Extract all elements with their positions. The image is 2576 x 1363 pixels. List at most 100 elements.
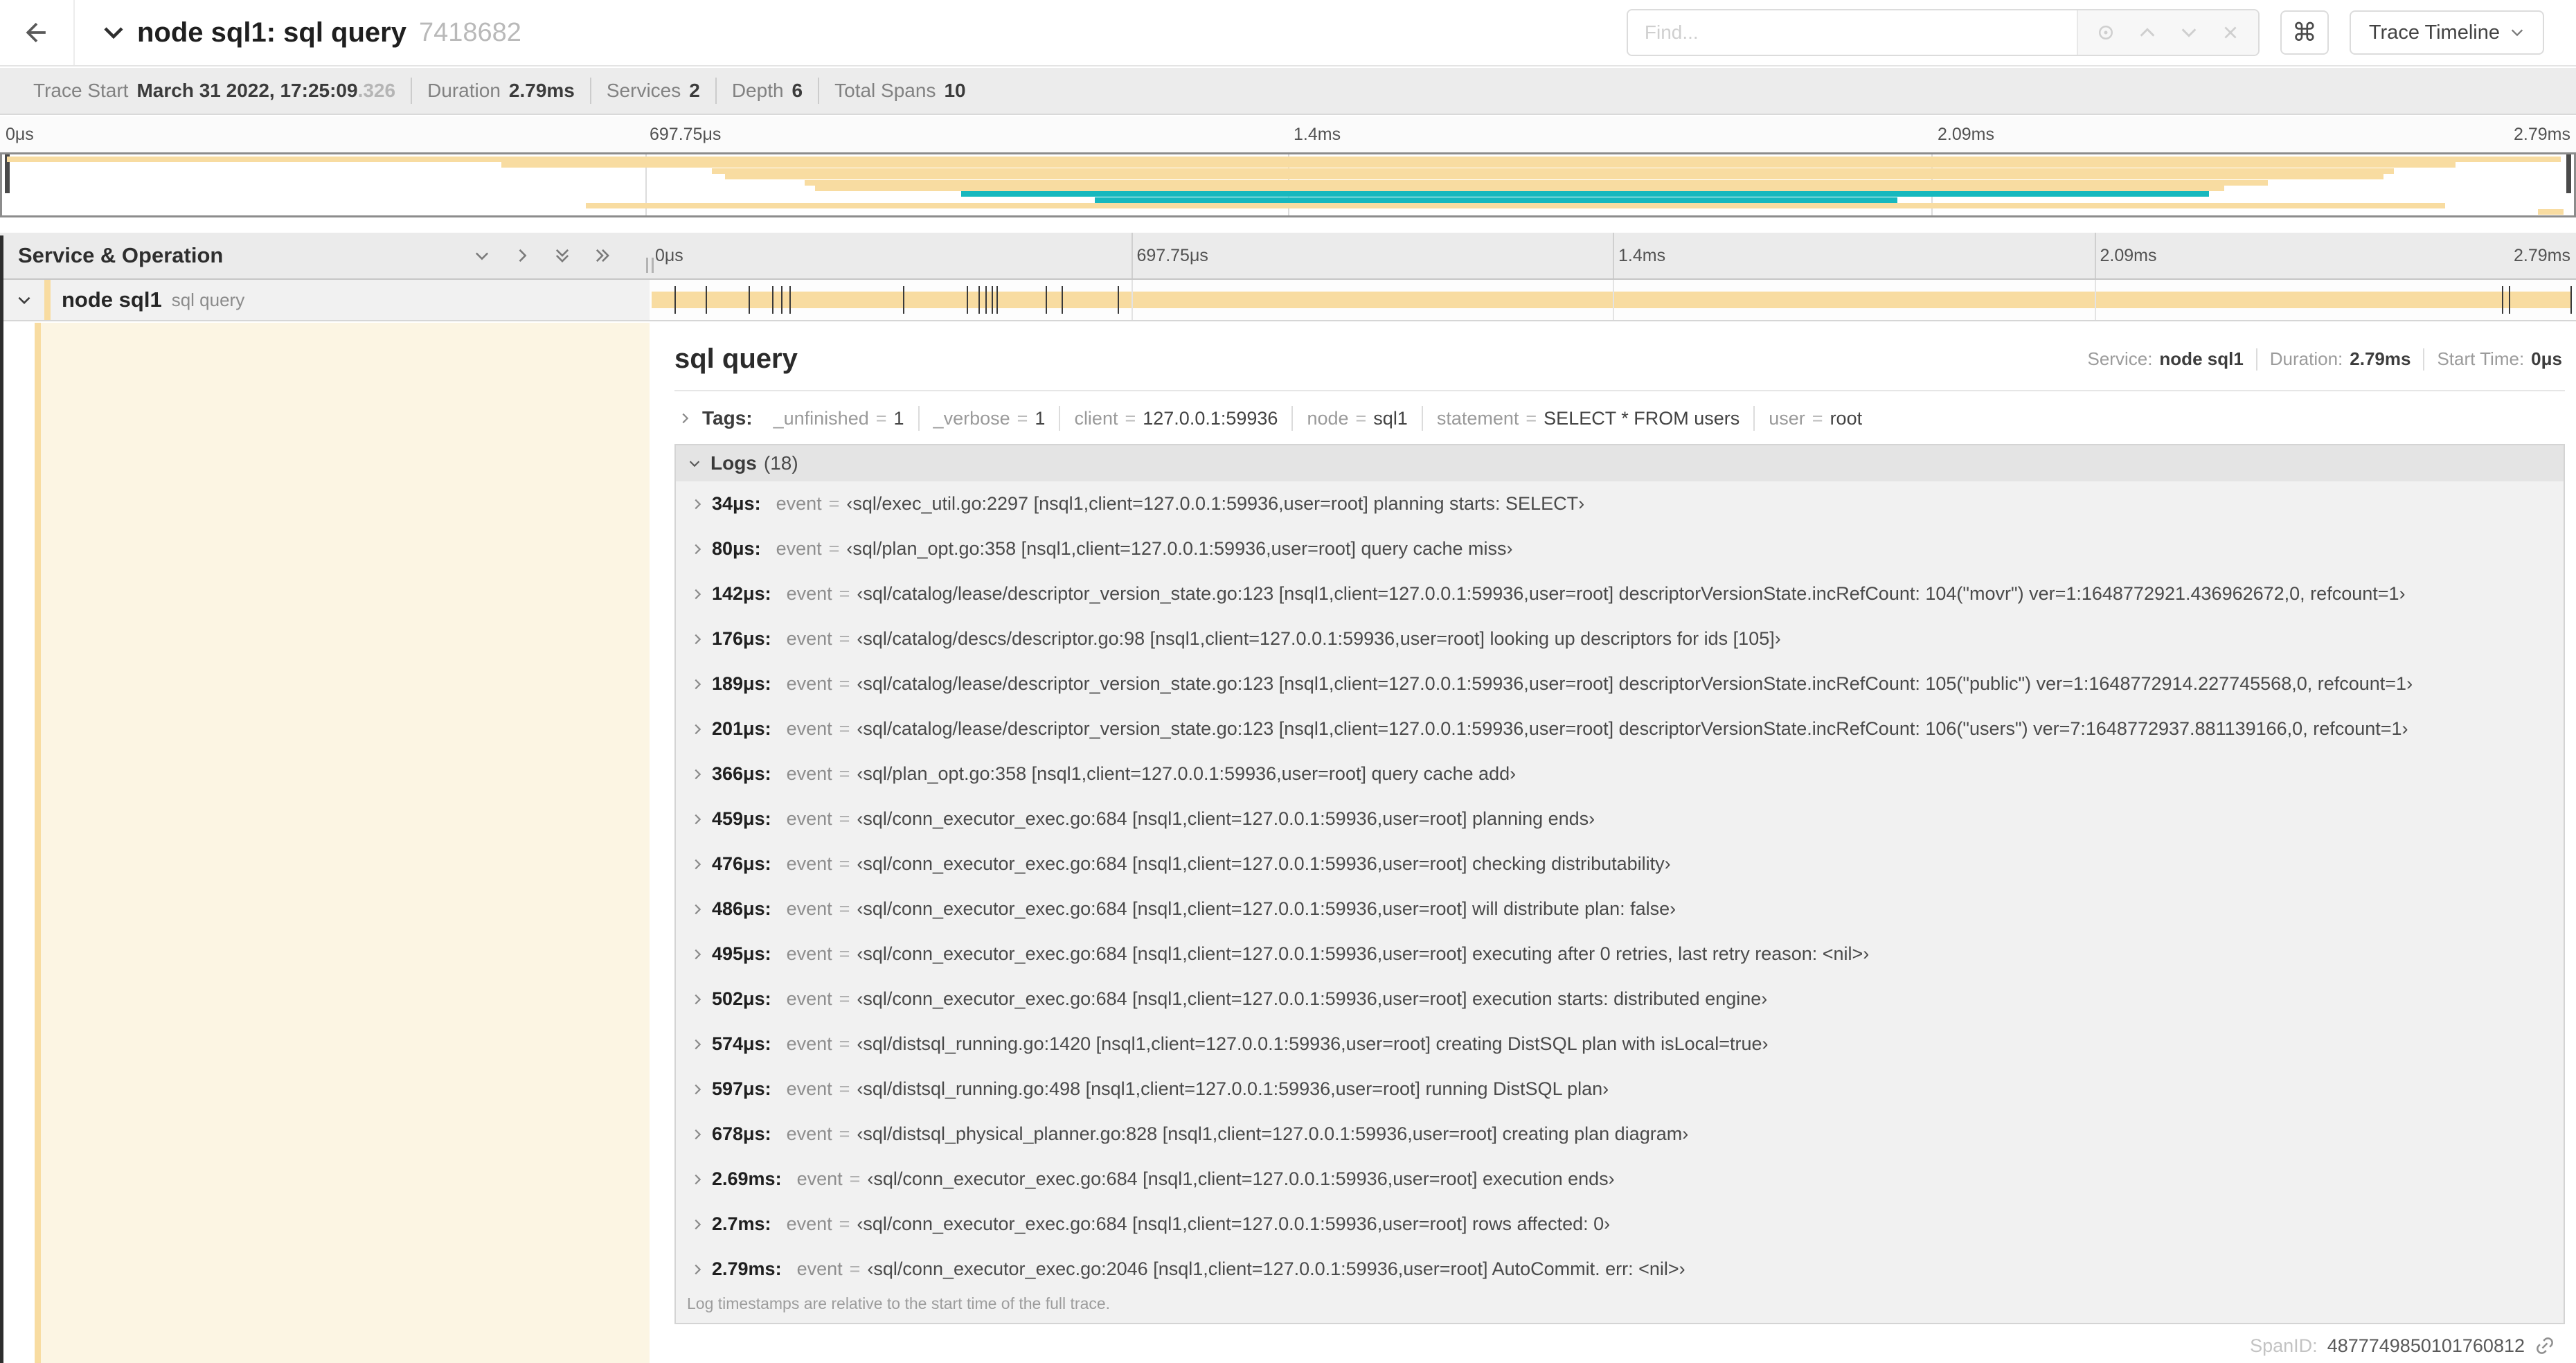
collapse-children-icon[interactable] [15,291,33,309]
locate-icon[interactable] [2088,15,2124,51]
log-equals: = [849,1168,861,1189]
keyboard-shortcuts-button[interactable]: ⌘ [2280,10,2329,55]
span-detail-header[interactable]: sql query Service: node sql1 Duration: 2.79… [674,323,2565,375]
log-entry-row[interactable]: 34μs: event = ‹sql/exec_util.go:2297 [nsql1… [676,481,2564,526]
log-timestamp: 189μs: [712,673,771,694]
expand-all-icon[interactable] [593,246,612,265]
log-marker-tick [789,286,791,314]
log-entry-row[interactable]: 476μs: event = ‹sql/conn_executor_exec.go:6… [676,841,2564,887]
log-marker-tick [780,286,782,314]
log-equals: = [839,763,850,784]
span-duration-bar[interactable] [652,292,2571,308]
chevron-right-icon [690,677,705,692]
tag-key: node [1307,407,1349,429]
tag-key: user [1769,407,1805,429]
log-marker-tick [996,286,998,314]
view-selector-label: Trace Timeline [2368,21,2500,44]
log-marker-tick [1117,286,1119,314]
prev-result-icon[interactable] [2129,15,2165,51]
left-scrollbar[interactable] [0,235,3,1363]
log-message: ‹sql/conn_executor_exec.go:684 [nsql1,cl… [857,853,1671,874]
span-row-name-column[interactable]: node sql1 sql query [0,280,650,320]
log-entry-row[interactable]: 142μs: event = ‹sql/catalog/lease/descripto… [676,571,2564,616]
log-entry-row[interactable]: 189μs: event = ‹sql/catalog/lease/descripto… [676,661,2564,706]
log-message: ‹sql/distsql_physical_planner.go:828 [ns… [857,1123,1689,1144]
log-entry-row[interactable]: 459μs: event = ‹sql/conn_executor_exec.go:6… [676,796,2564,841]
minimap-right-handle[interactable] [2566,154,2571,193]
trace-info-item: Total Spans 10 [819,78,981,104]
chevron-right-icon [690,992,705,1007]
log-marker-tick [771,286,773,314]
tag-equals: = [1125,407,1136,429]
span-detail-panel: sql query Service: node sql1 Duration: 2.79… [650,323,2576,1363]
trace-id: 7418682 [418,17,521,47]
span-id-row: SpanID: 4877749850101760812 [674,1324,2565,1363]
expand-one-icon[interactable] [512,246,532,265]
detail-left-column [0,323,650,1363]
log-entry-row[interactable]: 176μs: event = ‹sql/catalog/descs/descripto… [676,616,2564,661]
minimap-span-bar [814,186,2224,191]
collapse-one-icon[interactable] [472,246,492,265]
log-entry-row[interactable]: 486μs: event = ‹sql/conn_executor_exec.go:6… [676,887,2564,932]
trace-minimap[interactable] [0,152,2576,217]
deep-link-icon[interactable] [2534,1335,2555,1356]
log-equals: = [839,853,850,874]
log-equals: = [839,898,850,919]
log-entry-row[interactable]: 495μs: event = ‹sql/conn_executor_exec.go:6… [676,932,2564,977]
overview-label: Start Time: [2437,348,2525,369]
minimap-span-bar [1095,197,1898,203]
log-marker-tick [985,286,987,314]
chevron-right-icon [690,542,705,557]
span-row[interactable]: node sql1 sql query [0,280,2576,321]
info-label: Services [606,80,681,101]
log-field-key: event [786,853,832,874]
minimap-span-bar [7,157,2561,162]
gridline [2094,280,2096,320]
find-buttons [2076,10,2258,55]
log-entry-row[interactable]: 366μs: event = ‹sql/plan_opt.go:358 [nsql1,… [676,751,2564,796]
service-operation-header: Service & Operation [0,233,650,278]
span-row-timeline[interactable] [650,280,2576,320]
next-result-icon[interactable] [2171,15,2207,51]
log-marker-tick [1046,286,1048,314]
log-timestamp: 2.79ms: [712,1258,782,1279]
log-entry-row[interactable]: 502μs: event = ‹sql/conn_executor_exec.go:6… [676,977,2564,1022]
find-input[interactable] [1627,10,2077,55]
log-field-key: event [796,1168,843,1189]
log-equals: = [849,1258,861,1279]
chevron-right-icon [690,587,705,602]
tags-accordian[interactable]: Tags: _unfinished = 1 _verbose = 1 client = 127.… [674,398,2565,438]
logs-accordian-header[interactable]: Logs (18) [676,445,2564,481]
log-entry-row[interactable]: 80μs: event = ‹sql/plan_opt.go:358 [nsql1,c… [676,526,2564,571]
log-entry-row[interactable]: 678μs: event = ‹sql/distsql_physical_planne… [676,1112,2564,1157]
overview-value: 0μs [2531,348,2562,369]
log-entry-row[interactable]: 201μs: event = ‹sql/catalog/lease/descripto… [676,706,2564,751]
collapse-trace-header-icon[interactable] [101,20,126,45]
minimap-span-bar [501,162,2456,168]
log-timestamp: 366μs: [712,763,771,784]
log-field-key: event [786,673,832,694]
log-entry-row[interactable]: 2.69ms: event = ‹sql/conn_executor_exec.go:… [676,1157,2564,1202]
log-equals: = [839,988,850,1009]
log-timestamp: 678μs: [712,1123,771,1144]
log-marker-tick [2570,286,2572,314]
tag-value: 1 [893,407,904,429]
log-entry-row[interactable]: 597μs: event = ‹sql/distsql_running.go:498 … [676,1067,2564,1112]
log-entry-row[interactable]: 2.79ms: event = ‹sql/conn_executor_exec.go:… [676,1247,2564,1292]
tag-key: statement [1436,407,1519,429]
log-entry-row[interactable]: 574μs: event = ‹sql/distsql_running.go:1420… [676,1022,2564,1067]
span-color-strip [35,323,41,1363]
divider [674,390,2565,391]
clear-search-icon[interactable] [2212,15,2248,51]
log-marker-tick [902,286,904,314]
info-label: Duration [427,80,501,101]
trace-timeline-view-selector[interactable]: Trace Timeline [2349,10,2544,55]
log-marker-tick [978,286,980,314]
tag-equals: = [875,407,887,429]
log-equals: = [839,808,850,829]
log-entry-row[interactable]: 2.7ms: event = ‹sql/conn_executor_exec.go:6… [676,1202,2564,1247]
span-id-value: 4877749850101760812 [2327,1335,2525,1356]
back-button[interactable] [0,0,75,65]
collapse-all-icon[interactable] [553,246,572,265]
ruler-tick-label: 2.79ms [2514,245,2570,265]
